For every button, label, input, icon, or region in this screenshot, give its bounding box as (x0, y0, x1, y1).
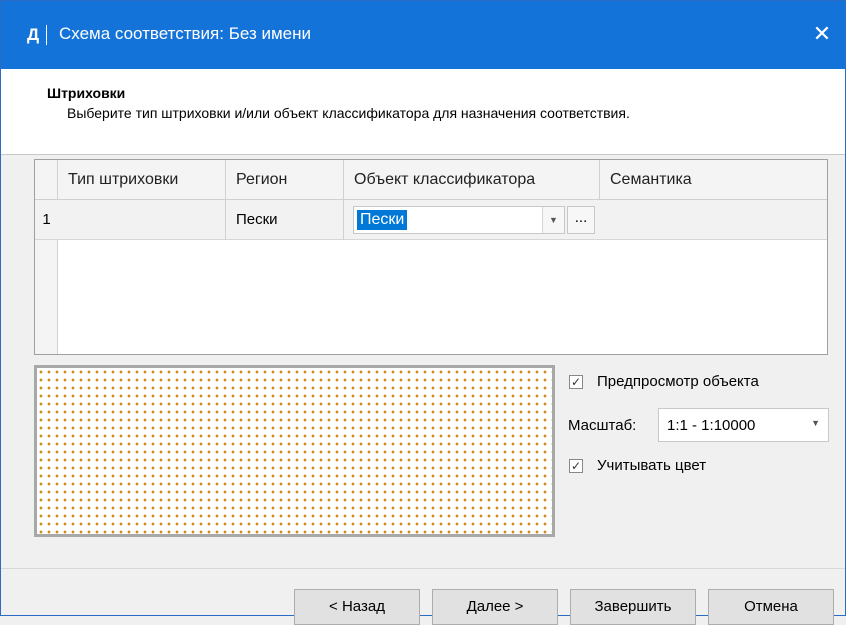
chevron-down-icon: ▼ (811, 418, 820, 428)
scale-select[interactable]: 1:1 - 1:10000 ▼ (658, 408, 829, 442)
cancel-button[interactable]: Отмена (708, 589, 834, 625)
scale-label: Масштаб: (568, 417, 637, 434)
scale-value: 1:1 - 1:10000 (667, 417, 756, 434)
use-color-checkbox[interactable]: ✓ (569, 459, 583, 473)
use-color-checkbox-label[interactable]: Учитывать цвет (597, 457, 706, 474)
chevron-down-icon[interactable]: ▼ (542, 207, 564, 233)
browse-button[interactable]: ... (567, 206, 595, 234)
cell-semantics[interactable] (600, 200, 827, 240)
footer-divider (1, 568, 845, 569)
window-title: Схема соответствия: Без имени (59, 24, 311, 43)
classifier-object-combobox[interactable]: Пески ▼ (353, 206, 565, 234)
corner-cell (35, 160, 58, 200)
page-title: Штриховки (47, 85, 126, 101)
preview-checkbox[interactable]: ✓ (569, 375, 583, 389)
row-number: 1 (42, 211, 51, 228)
close-icon[interactable]: ✕ (799, 1, 845, 69)
finish-button[interactable]: Завершить (570, 589, 696, 625)
dialog-window: Д Схема соответствия: Без имени ✕ Штрихо… (0, 0, 846, 625)
next-button[interactable]: Далее > (432, 589, 558, 625)
page-description: Выберите тип штриховки и/или объект клас… (67, 105, 630, 121)
table-row[interactable]: 1 2 Пески Пески ▼ ... (35, 200, 827, 240)
wizard-header: Штриховки Выберите тип штриховки и/или о… (1, 69, 845, 155)
hatch-preview (34, 365, 555, 537)
cell-region[interactable]: Пески (226, 200, 344, 240)
title-bar: Д Схема соответствия: Без имени ✕ (1, 1, 845, 69)
preview-checkbox-label[interactable]: Предпросмотр объекта (597, 373, 759, 390)
app-icon: Д (23, 25, 47, 45)
grid-header: Тип штриховки Регион Объект классификато… (35, 160, 827, 200)
column-header-classifier-object[interactable]: Объект классификатора (344, 160, 600, 200)
mapping-grid[interactable]: Тип штриховки Регион Объект классификато… (34, 159, 828, 355)
cell-hatch-type[interactable]: 2 (58, 200, 226, 240)
column-header-region[interactable]: Регион (226, 160, 344, 200)
classifier-object-value[interactable]: Пески (357, 210, 408, 230)
back-button[interactable]: < Назад (294, 589, 420, 625)
column-header-hatch-type[interactable]: Тип штриховки (58, 160, 226, 200)
column-header-semantics[interactable]: Семантика (600, 160, 827, 200)
